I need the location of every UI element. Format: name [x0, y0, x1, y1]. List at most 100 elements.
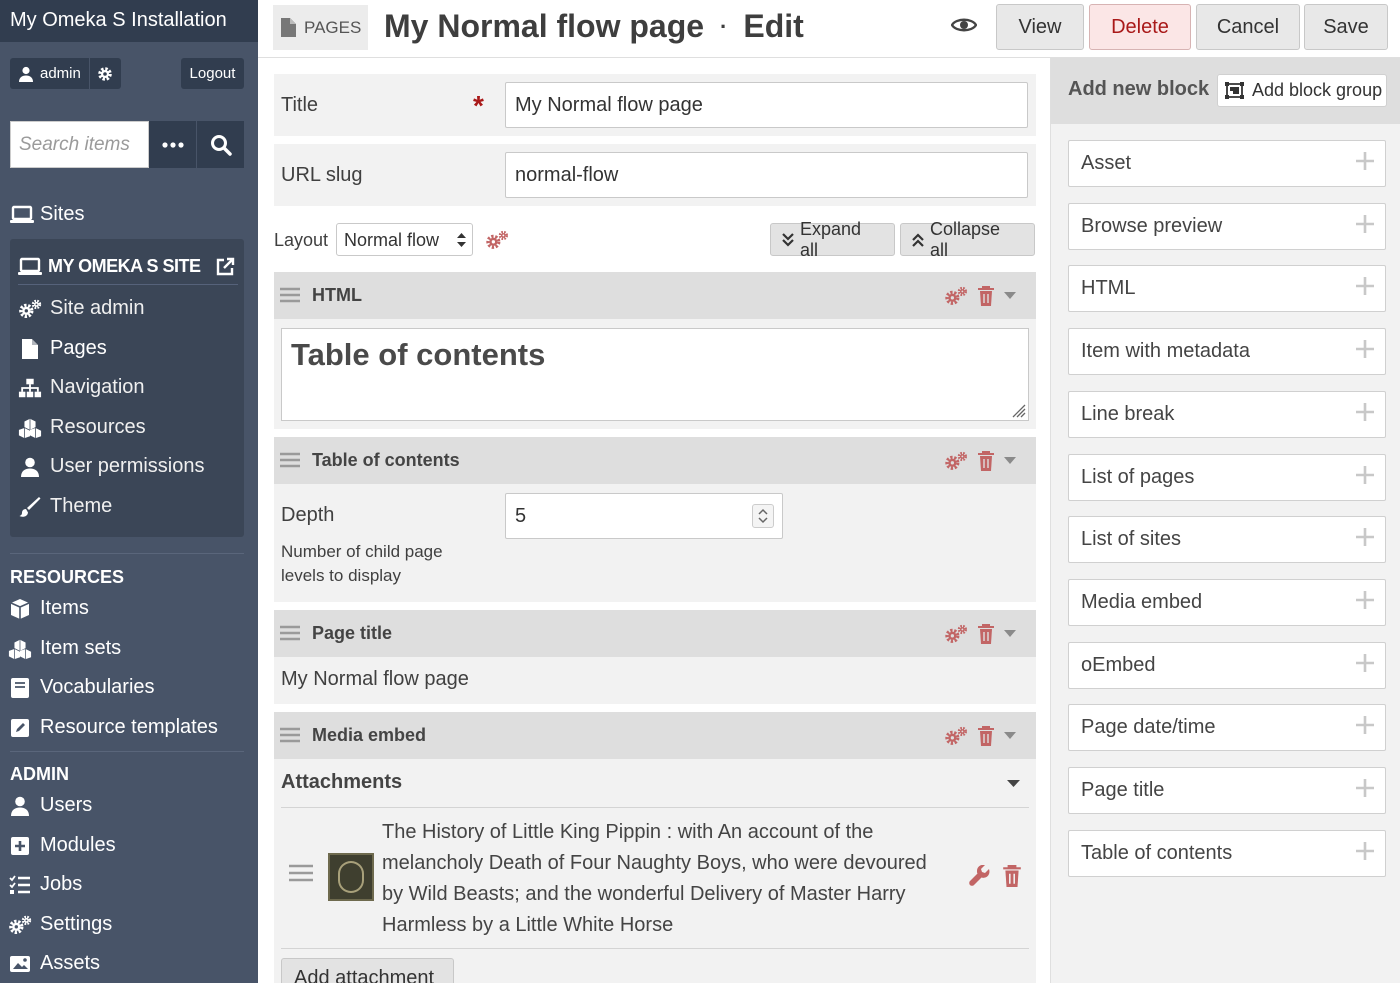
nav-vocabularies[interactable]: Vocabularies	[8, 676, 155, 699]
delete-button[interactable]: Delete	[1089, 4, 1191, 50]
plus-icon	[1355, 590, 1375, 610]
nav-label: Item sets	[40, 637, 122, 659]
resize-handle-icon[interactable]	[1012, 404, 1026, 418]
block-type-asset[interactable]: Asset	[1068, 140, 1386, 187]
block-type-media-embed[interactable]: Media embed	[1068, 578, 1386, 626]
trash-icon[interactable]	[978, 285, 994, 306]
block-settings-icon[interactable]	[944, 451, 968, 471]
nav-assets[interactable]: Assets	[8, 952, 100, 975]
site-nav-label: Resources	[50, 416, 146, 438]
collapse-all-button[interactable]: Collapse all	[900, 219, 1035, 260]
drag-handle-icon[interactable]	[280, 726, 300, 744]
block-type-item-with-metadata[interactable]: Item with metadata	[1068, 328, 1386, 376]
expand-all-button[interactable]: Expand all	[770, 219, 895, 260]
wrench-icon[interactable]	[969, 865, 991, 887]
more-options-icon[interactable]	[149, 121, 197, 168]
layout-settings-icon[interactable]	[485, 230, 509, 250]
nav-label: Assets	[40, 952, 101, 974]
block-type-page-title[interactable]: Page title	[1068, 767, 1386, 814]
block-type-table-of-contents[interactable]: Table of contents	[1068, 829, 1386, 877]
block-type-page-date-time[interactable]: Page date/time	[1068, 704, 1386, 752]
nav-items[interactable]: Items	[8, 597, 89, 620]
nav-item-sets[interactable]: Item sets	[8, 637, 121, 660]
block-body-table-of-contents: Depth Number of child page levels to dis…	[274, 484, 1036, 602]
drag-handle-icon[interactable]	[280, 286, 300, 304]
caret-down-icon[interactable]	[1004, 731, 1016, 740]
gear-icon[interactable]	[97, 66, 113, 82]
block-type-label: HTML	[1081, 277, 1136, 300]
block-settings-icon[interactable]	[944, 624, 968, 644]
site-nav-site-admin[interactable]: Site admin	[18, 297, 145, 320]
nav-users[interactable]: Users	[8, 794, 92, 817]
eye-icon[interactable]	[951, 16, 977, 34]
layout-select[interactable]: Normal flow	[336, 223, 473, 256]
drag-handle-icon[interactable]	[280, 624, 300, 642]
block-type-browse-preview[interactable]: Browse preview	[1068, 202, 1386, 250]
block-type-label: Item with metadata	[1081, 340, 1250, 363]
laptop-icon	[10, 205, 34, 225]
book-icon	[8, 677, 32, 699]
caret-down-icon[interactable]	[1004, 456, 1016, 465]
page-title-block-content: My Normal flow page	[281, 668, 469, 690]
nav-settings[interactable]: Settings	[8, 913, 112, 936]
block-type-html[interactable]: HTML	[1068, 265, 1386, 313]
caret-down-icon[interactable]	[1004, 291, 1016, 300]
drag-handle-icon[interactable]	[289, 863, 313, 883]
plus-icon	[1355, 841, 1375, 861]
site-nav-resources[interactable]: Resources	[18, 416, 146, 439]
title-row: Title * My Normal flow page	[274, 74, 1036, 136]
trash-icon[interactable]	[978, 725, 994, 746]
caret-down-icon[interactable]	[1007, 780, 1020, 788]
block-name: HTML	[312, 285, 362, 305]
slug-input[interactable]: normal-flow	[505, 152, 1028, 198]
username[interactable]: admin	[40, 65, 81, 82]
user-menu[interactable]: admin	[10, 58, 121, 89]
site-nav-user-permissions[interactable]: User permissions	[18, 455, 204, 478]
edit-icon	[8, 718, 32, 738]
nav-label: Users	[40, 794, 93, 816]
admin-heading: ADMIN	[10, 764, 69, 784]
nav-modules[interactable]: Modules	[8, 834, 116, 857]
stepper-icon[interactable]	[752, 504, 774, 528]
site-nav-pages[interactable]: Pages	[18, 337, 107, 360]
add-attachment-button[interactable]: Add attachment	[281, 958, 454, 983]
search-input[interactable]: Search items	[10, 121, 150, 168]
external-link-icon[interactable]	[215, 257, 235, 277]
trash-icon[interactable]	[978, 450, 994, 471]
sites-label: Sites	[40, 203, 85, 225]
block-type-line-break[interactable]: Line break	[1068, 390, 1386, 438]
block-type-oembed[interactable]: oEmbed	[1068, 641, 1386, 689]
block-header-media-embed[interactable]: Media embed	[274, 712, 1036, 759]
sites-link[interactable]: Sites	[10, 203, 84, 226]
depth-input[interactable]: 5	[505, 493, 783, 539]
site-name-link[interactable]: MY OMEKA S SITE	[18, 249, 238, 285]
title-input[interactable]: My Normal flow page	[505, 82, 1028, 128]
trash-icon[interactable]	[978, 623, 994, 644]
site-nav-navigation[interactable]: Navigation	[18, 376, 145, 399]
block-settings-icon[interactable]	[944, 726, 968, 746]
block-header-table-of-contents[interactable]: Table of contents	[274, 437, 1036, 484]
block-type-list-of-pages[interactable]: List of pages	[1068, 453, 1386, 501]
site-nav-theme[interactable]: Theme	[18, 495, 112, 518]
logout-button[interactable]: Logout	[181, 58, 244, 89]
slug-label: URL slug	[281, 164, 363, 186]
block-settings-icon[interactable]	[944, 286, 968, 306]
block-type-list-of-sites[interactable]: List of sites	[1068, 516, 1386, 564]
view-button[interactable]: View	[996, 4, 1084, 50]
installation-title[interactable]: My Omeka S Installation	[0, 0, 258, 42]
caret-down-icon[interactable]	[1004, 629, 1016, 638]
nav-resource-templates[interactable]: Resource templates	[8, 716, 218, 739]
resources-heading: RESOURCES	[10, 567, 125, 587]
trash-icon[interactable]	[1003, 865, 1021, 887]
drag-handle-icon[interactable]	[280, 451, 300, 469]
nav-jobs[interactable]: Jobs	[8, 873, 82, 896]
cancel-button[interactable]: Cancel	[1196, 4, 1300, 50]
block-header-html[interactable]: HTML	[274, 272, 1036, 319]
block-header-page-title[interactable]: Page title	[274, 610, 1036, 657]
search-icon[interactable]	[197, 121, 244, 168]
save-button[interactable]: Save	[1304, 4, 1388, 50]
page-title-text: My Normal flow page	[384, 8, 705, 44]
html-editor[interactable]: Table of contents	[281, 328, 1029, 421]
add-block-group-button[interactable]: Add block group	[1217, 74, 1387, 107]
user-icon	[8, 796, 32, 816]
